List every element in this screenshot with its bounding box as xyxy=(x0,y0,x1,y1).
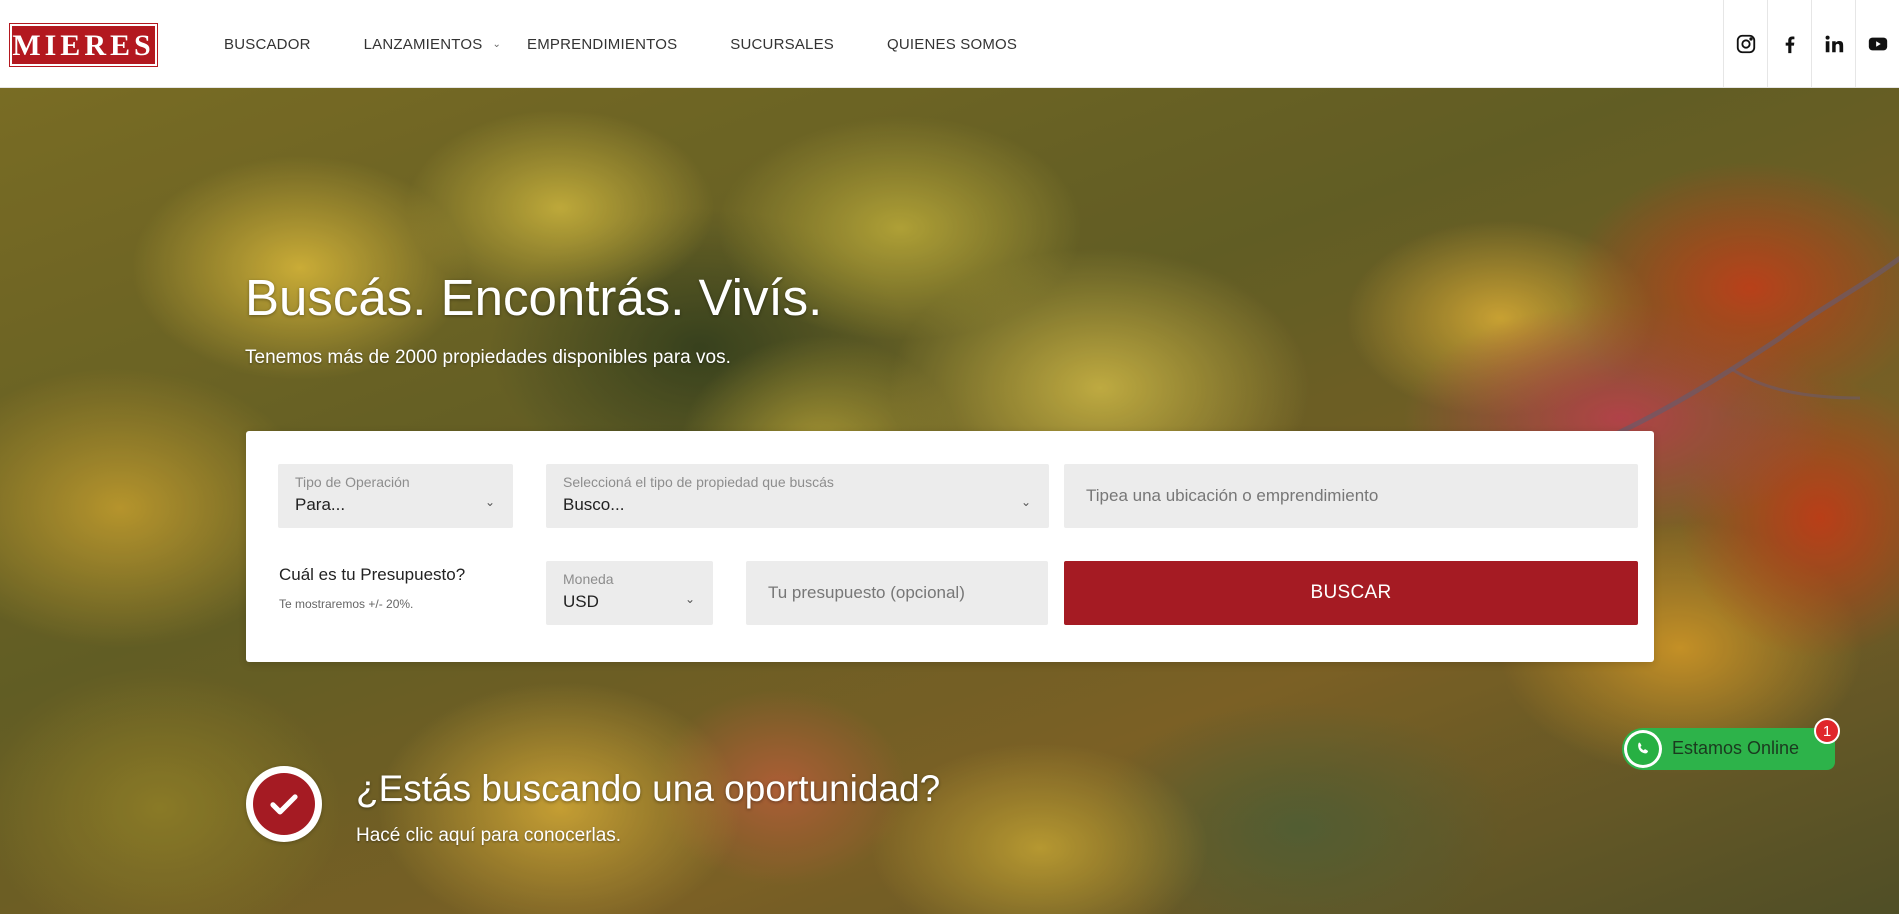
currency-value: USD xyxy=(563,592,599,611)
whatsapp-label: Estamos Online xyxy=(1672,738,1800,758)
hero-subhead: Tenemos más de 2000 propiedades disponib… xyxy=(245,347,731,368)
operation-select[interactable]: Tipo de Operación Para... ⌄ xyxy=(278,464,513,528)
linkedin-icon[interactable] xyxy=(1811,0,1855,88)
nav-item-label: SUCURSALES xyxy=(730,35,834,53)
currency-label: Moneda xyxy=(563,571,614,587)
instagram-icon[interactable] xyxy=(1723,0,1767,88)
nav-item-label: LANZAMIENTOS xyxy=(363,35,483,53)
budget-title: Cuál es tu Presupuesto? xyxy=(279,565,466,584)
notification-badge: 1 xyxy=(1814,718,1840,744)
opportunity-title[interactable]: ¿Estás buscando una oportunidad? xyxy=(356,768,940,810)
nav-item-emprendimientos[interactable]: EMPRENDIMIENTOS xyxy=(527,36,677,53)
nav-item-buscador[interactable]: BUSCADOR xyxy=(224,36,311,53)
mieres-logo[interactable]: MIERES xyxy=(9,23,158,67)
hero-headline: Buscás. Encontrás. Vivís. xyxy=(245,269,823,326)
search-card: Tipo de Operación Para... ⌄ Seleccioná e… xyxy=(246,431,1654,662)
check-icon xyxy=(253,773,315,835)
location-input[interactable] xyxy=(1064,464,1638,528)
currency-select[interactable]: Moneda USD ⌄ xyxy=(546,561,713,625)
opportunity-link[interactable]: Hacé clic aquí para conocerlas. xyxy=(356,825,621,847)
facebook-icon[interactable] xyxy=(1767,0,1811,88)
chevron-down-icon: ⌄ xyxy=(484,495,495,509)
nav-item-label: EMPRENDIMIENTOS xyxy=(527,35,678,53)
chevron-down-icon: ⌄ xyxy=(492,38,502,50)
budget-note: Te mostraremos +/- 20%. xyxy=(279,597,414,611)
nav-item-quienes-somos[interactable]: QUIENES SOMOS xyxy=(887,36,1017,53)
whatsapp-chat-button[interactable]: Estamos Online xyxy=(1622,728,1835,770)
property-type-select[interactable]: Seleccioná el tipo de propiedad que busc… xyxy=(546,464,1049,528)
operation-value: Para... xyxy=(295,495,346,514)
main-nav: BUSCADOR LANZAMIENTOS ⌄ EMPRENDIMIENTOS … xyxy=(224,0,1017,88)
budget-field[interactable] xyxy=(746,561,1048,625)
chevron-down-icon: ⌄ xyxy=(684,592,695,606)
site-header: MIERES BUSCADOR LANZAMIENTOS ⌄ EMPRENDIM… xyxy=(0,0,1899,88)
nav-item-label: BUSCADOR xyxy=(224,35,311,53)
property-type-value: Busco... xyxy=(563,495,625,514)
chevron-down-icon: ⌄ xyxy=(1020,495,1031,509)
operation-label: Tipo de Operación xyxy=(295,474,410,490)
property-type-label: Seleccioná el tipo de propiedad que busc… xyxy=(563,474,834,490)
nav-item-sucursales[interactable]: SUCURSALES xyxy=(730,36,834,53)
social-links xyxy=(1723,0,1899,88)
youtube-icon[interactable] xyxy=(1855,0,1899,88)
search-button[interactable]: BUSCAR xyxy=(1064,561,1638,625)
nav-item-label: QUIENES SOMOS xyxy=(886,35,1018,53)
opportunity-button[interactable] xyxy=(246,766,322,842)
budget-input[interactable] xyxy=(746,561,1048,625)
location-field[interactable] xyxy=(1064,464,1638,528)
whatsapp-icon xyxy=(1624,730,1662,768)
nav-item-lanzamientos[interactable]: LANZAMIENTOS ⌄ xyxy=(364,36,501,53)
